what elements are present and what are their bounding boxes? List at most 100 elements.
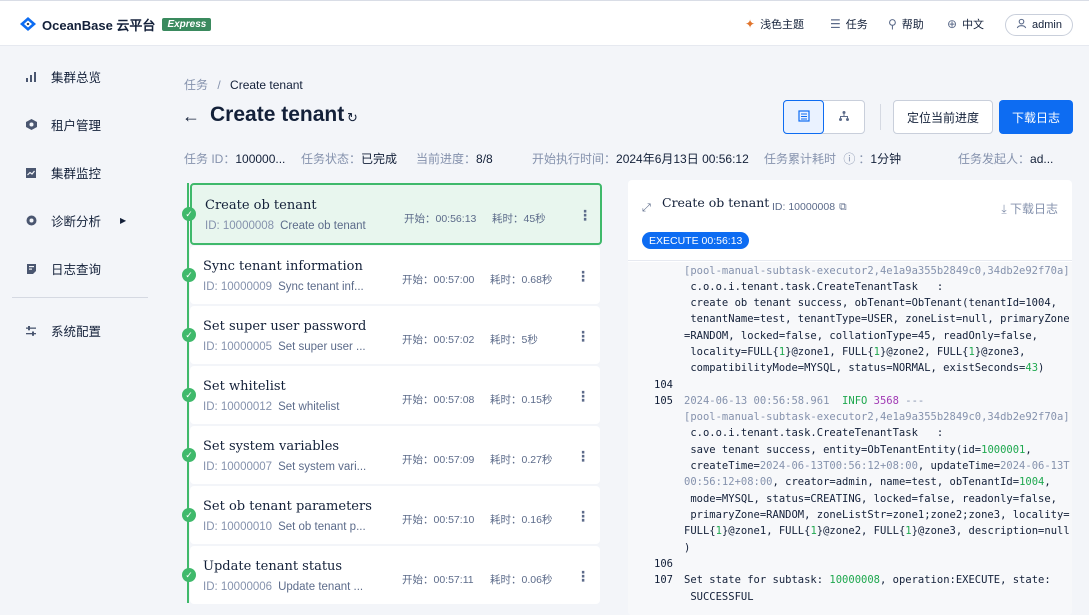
- task-id-value: 100000...: [235, 152, 286, 166]
- subtask-desc: Set super user ...: [278, 341, 366, 353]
- more-icon[interactable]: ⋮: [576, 448, 590, 465]
- list-view-icon: [797, 109, 810, 125]
- subtask-start: 开始：00:57:08: [402, 394, 475, 406]
- sidebar-item-system-config[interactable]: 系统配置: [24, 321, 101, 340]
- question-icon[interactable]: ⓘ: [843, 152, 855, 166]
- more-icon[interactable]: ⋮: [578, 207, 592, 224]
- tasks-label: 任务: [845, 19, 868, 31]
- subtask-item[interactable]: ✓ Set ob tenant parameters ID: 10000010 S…: [182, 486, 600, 544]
- user-menu[interactable]: admin: [1005, 14, 1073, 36]
- expand-icon[interactable]: ⤢: [642, 202, 651, 215]
- subtask-duration: 耗时：45秒: [492, 213, 546, 225]
- check-circle-icon: ✓: [182, 328, 196, 342]
- subtask-item[interactable]: ✓ Set whitelist ID: 10000012 Set whitelis…: [182, 366, 600, 424]
- sidebar-item-log-query[interactable]: 日志查询: [24, 259, 101, 278]
- subtask-item[interactable]: ✓ Create ob tenant ID: 10000008 Create ob…: [182, 183, 602, 245]
- task-status-field: 任务状态：已完成: [301, 150, 397, 167]
- more-icon[interactable]: ⋮: [576, 268, 590, 285]
- log-panel: ⤢ Create ob tenant ID: 10000008 ⧉ ⤓ 下载日志 …: [628, 180, 1072, 615]
- sidebar-item-label: 集群总览: [51, 71, 102, 85]
- task-status-label: 任务状态：: [301, 152, 362, 166]
- check-circle-icon: ✓: [182, 388, 196, 402]
- elapsed-label: 任务累计耗时: [764, 152, 837, 166]
- list-view-button[interactable]: [783, 100, 825, 134]
- more-icon[interactable]: ⋮: [576, 508, 590, 525]
- subtask-name: Set system variables: [203, 439, 340, 454]
- subtask-start: 开始：00:57:09: [402, 454, 475, 466]
- start-time-label: 开始执行时间：: [532, 152, 617, 166]
- line-number: 107: [654, 574, 673, 586]
- subtask-list: ✓ Create ob tenant ID: 10000008 Create ob…: [182, 180, 604, 605]
- log-panel-id-value: ID: 10000008: [772, 201, 836, 213]
- subtask-desc: Create ob tenant: [280, 220, 366, 232]
- log-panel-download-label: 下载日志: [1009, 202, 1058, 216]
- breadcrumb-parent[interactable]: 任务: [184, 78, 208, 92]
- elapsed-value: 1分钟: [870, 152, 902, 166]
- log-line: c.o.o.i.tenant.task.CreateTenantTask :: [684, 281, 944, 293]
- subtask-name: Set whitelist: [203, 379, 286, 394]
- back-arrow-icon[interactable]: ←: [182, 106, 200, 127]
- initiator-value: ad...: [1030, 152, 1054, 166]
- sidebar-item-diagnose[interactable]: 诊断分析 ▶: [24, 211, 126, 230]
- globe-icon: ⊕: [947, 17, 958, 31]
- log-line: SUCCESSFUL: [684, 591, 754, 603]
- check-circle-icon: ✓: [182, 448, 196, 462]
- check-circle-icon: ✓: [182, 207, 196, 221]
- log-icon: [24, 262, 38, 276]
- log-line: save tenant success, entity=ObTenantEnti…: [684, 444, 1032, 456]
- more-icon[interactable]: ⋮: [576, 388, 590, 405]
- line-number: 104: [654, 379, 673, 391]
- subtask-name: Create ob tenant: [205, 198, 317, 213]
- log-panel-title: Create ob tenant: [662, 195, 770, 210]
- progress-label: 当前进度：: [416, 152, 477, 166]
- tree-view-button[interactable]: [824, 101, 864, 133]
- subtask-id: ID: 10000006: [203, 581, 273, 593]
- subtask-item[interactable]: ✓ Sync tenant information ID: 10000009 Sy…: [182, 246, 600, 304]
- locate-progress-button[interactable]: 定位当前进度: [893, 100, 993, 134]
- diagnose-icon: [24, 214, 38, 228]
- subtask-start: 开始：00:57:10: [402, 514, 475, 526]
- edition-badge: Express: [162, 17, 212, 31]
- tasks-menu[interactable]: ☰ 任务: [830, 16, 868, 32]
- log-line: 2024-06-13 00:56:58.961 INFO 3568 ---: [684, 395, 925, 407]
- help-menu[interactable]: ⚲ 帮助: [888, 16, 924, 32]
- log-line: [pool-manual-subtask-executor2,4e1a9a355…: [684, 411, 1070, 423]
- log-line: create ob tenant success, obTenant=ObTen…: [684, 297, 1057, 309]
- download-log-button[interactable]: 下载日志: [999, 100, 1073, 134]
- subtask-item[interactable]: ✓ Set super user password ID: 10000005 Se…: [182, 306, 600, 364]
- elapsed-field: 任务累计耗时 ⓘ ：1分钟: [764, 152, 902, 166]
- subtask-item[interactable]: ✓ Update tenant status ID: 10000006 Updat…: [182, 546, 600, 604]
- more-icon[interactable]: ⋮: [576, 568, 590, 585]
- log-panel-download[interactable]: ⤓ 下载日志: [1001, 200, 1058, 217]
- log-line: locality=FULL{1}@zone1, FULL{1}@zone2, F…: [684, 346, 1026, 358]
- view-toggle: [783, 100, 865, 134]
- subtask-start: 开始：00:57:02: [402, 334, 475, 346]
- initiator-field: 任务发起人：ad...: [958, 150, 1053, 167]
- sidebar-item-cluster-monitor[interactable]: 集群监控: [24, 163, 101, 182]
- logo[interactable]: OceanBase 云平台 Express: [18, 14, 212, 34]
- user-icon: [1016, 18, 1027, 32]
- oceanbase-logo-icon: [18, 14, 38, 34]
- user-name: admin: [1032, 19, 1062, 31]
- download-icon: ⤓: [1001, 202, 1007, 216]
- theme-switch[interactable]: ✦ 浅色主题: [745, 16, 804, 32]
- copy-icon[interactable]: ⧉: [839, 201, 847, 213]
- refresh-icon[interactable]: ↻: [347, 110, 358, 126]
- subtask-id: ID: 10000005: [203, 341, 273, 353]
- subtask-duration: 耗时：0.27秒: [490, 454, 553, 466]
- sidebar-item-label: 租户管理: [51, 119, 102, 133]
- subtask-desc: Sync tenant inf...: [278, 281, 364, 293]
- log-line: ): [684, 542, 691, 554]
- subtask-item[interactable]: ✓ Set system variables ID: 10000007 Set s…: [182, 426, 600, 484]
- monitor-icon: [24, 166, 38, 180]
- language-switch[interactable]: ⊕ 中文: [947, 16, 984, 32]
- sidebar-item-tenant-management[interactable]: 租户管理: [24, 115, 101, 134]
- subtask-duration: 耗时：0.06秒: [490, 574, 553, 586]
- log-body[interactable]: [pool-manual-subtask-executor2,4e1a9a355…: [628, 262, 1072, 615]
- help-icon: ⚲: [888, 17, 897, 31]
- more-icon[interactable]: ⋮: [576, 328, 590, 345]
- subtask-desc: Set system vari...: [278, 461, 367, 473]
- log-line: 00:56:12+08:00, creator=admin, name=test…: [684, 476, 1051, 488]
- sidebar-item-cluster-overview[interactable]: 集群总览: [24, 67, 101, 86]
- subtask-id: ID: 10000008: [205, 220, 275, 232]
